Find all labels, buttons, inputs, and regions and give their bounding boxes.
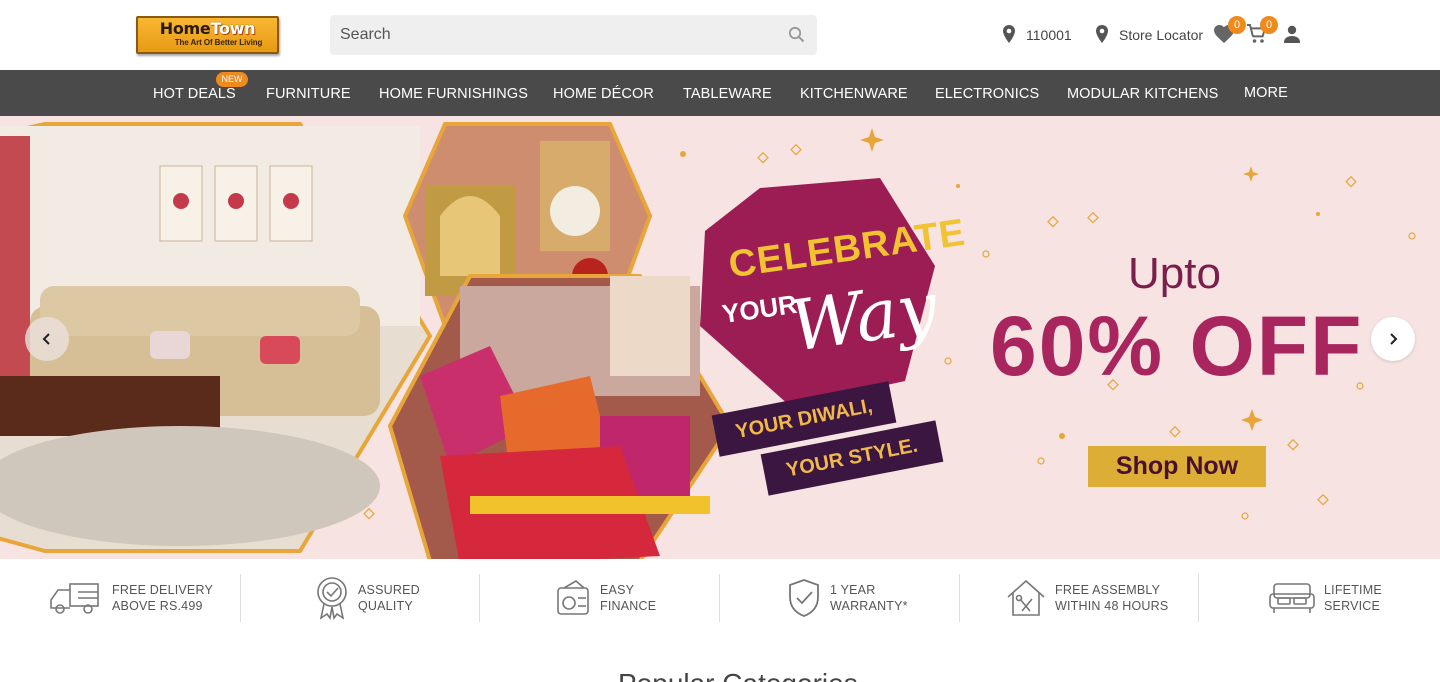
feature-free-delivery: FREE DELIVERY ABOVE RS.499 [48, 573, 213, 623]
feature-text: ASSURED QUALITY [358, 582, 420, 614]
feature-line-1: EASY [600, 583, 635, 597]
features-strip: FREE DELIVERY ABOVE RS.499 ASSURED QUALI… [0, 559, 1440, 639]
nav-item-tableware[interactable]: TABLEWARE [683, 86, 772, 102]
chevron-left-icon [42, 333, 50, 345]
feature-text: LIFETIME SERVICE [1324, 582, 1382, 614]
logo-tagline: The Art Of Better Living [174, 38, 263, 47]
site-header: HomeTown The Art Of Better Living 110001… [0, 0, 1440, 70]
feature-assured-quality: ASSURED QUALITY [314, 573, 420, 623]
truck-icon [50, 583, 99, 614]
feature-line-2: WITHIN 48 HOURS [1055, 599, 1169, 613]
divider [1198, 574, 1199, 622]
feature-lifetime-service: LIFETIME SERVICE [1268, 573, 1382, 623]
nav-item-hot-deals[interactable]: HOT DEALS [153, 86, 236, 102]
store-locator-link[interactable]: Store Locator [1093, 24, 1203, 46]
main-nav: HOT DEALS NEW FURNITURE HOME FURNISHINGS… [0, 70, 1440, 116]
shop-now-button[interactable]: Shop Now [1088, 446, 1266, 487]
hometown-logo[interactable]: HomeTown The Art Of Better Living [136, 16, 279, 54]
location-pin-icon [1003, 25, 1015, 43]
wishlist-button[interactable]: 0 [1212, 16, 1246, 48]
logo-word-home: Home [159, 19, 211, 38]
nav-item-furniture[interactable]: FURNITURE [266, 86, 351, 102]
nav-item-home-furnishings[interactable]: HOME FURNISHINGS [379, 86, 528, 102]
feature-line-1: ASSURED [358, 583, 420, 597]
divider [959, 574, 960, 622]
feature-line-2: QUALITY [358, 599, 413, 613]
feature-easy-finance: EASY FINANCE [554, 573, 656, 623]
feature-free-assembly: FREE ASSEMBLY WITHIN 48 HOURS [1005, 573, 1168, 623]
quality-badge-icon [317, 577, 347, 620]
sofa-icon [1269, 583, 1315, 613]
carousel-next-button[interactable] [1371, 317, 1415, 361]
divider [240, 574, 241, 622]
cart-count-badge: 0 [1260, 16, 1278, 34]
feature-line-2: WARRANTY* [830, 599, 908, 613]
wishlist-count-badge: 0 [1228, 16, 1246, 34]
finance-icon [557, 580, 589, 615]
chevron-right-icon [1390, 333, 1398, 345]
carousel-prev-button[interactable] [25, 317, 69, 361]
feature-text: EASY FINANCE [600, 582, 656, 614]
house-tools-icon [1007, 579, 1045, 616]
feature-line-1: FREE ASSEMBLY [1055, 583, 1161, 597]
feature-text: FREE ASSEMBLY WITHIN 48 HOURS [1055, 582, 1168, 614]
pincode-text: 110001 [1026, 27, 1072, 43]
nav-item-electronics[interactable]: ELECTRONICS [935, 86, 1039, 102]
search-bar [330, 15, 817, 55]
location-pin-icon [1096, 25, 1108, 43]
pincode-selector[interactable]: 110001 [1000, 24, 1072, 46]
logo-wordmark: HomeTown [138, 19, 277, 38]
feature-text: 1 YEAR WARRANTY* [830, 582, 908, 614]
nav-item-modular-kitchens[interactable]: MODULAR KITCHENS [1067, 86, 1218, 102]
new-badge: NEW [216, 72, 248, 87]
feature-line-2: FINANCE [600, 599, 657, 613]
divider [479, 574, 480, 622]
feature-line-1: LIFETIME [1324, 583, 1382, 597]
feature-line-2: SERVICE [1324, 599, 1381, 613]
store-locator-label: Store Locator [1119, 27, 1204, 43]
nav-item-kitchenware[interactable]: KITCHENWARE [800, 86, 908, 102]
feature-line-1: FREE DELIVERY [112, 583, 214, 597]
feature-line-1: 1 YEAR [830, 583, 876, 597]
section-heading: Popular Categories [618, 668, 858, 682]
shield-check-icon [789, 579, 819, 617]
account-button[interactable] [1281, 22, 1307, 48]
divider [719, 574, 720, 622]
nav-item-more[interactable]: MORE [1244, 85, 1288, 101]
discount-text: 60% OFF [990, 299, 1364, 393]
upto-text: Upto [1128, 249, 1221, 298]
feature-line-2: ABOVE RS.499 [112, 599, 203, 613]
feature-warranty: 1 YEAR WARRANTY* [786, 573, 908, 623]
cart-button[interactable]: 0 [1245, 16, 1278, 48]
hero-banner[interactable]: CELEBRATE YOUR Way YOUR DIWALI, YOUR STY… [0, 116, 1440, 559]
search-input[interactable] [340, 24, 760, 46]
nav-item-home-decor[interactable]: HOME DÉCOR [553, 86, 654, 102]
user-icon [1284, 25, 1300, 43]
logo-word-town: Town [210, 19, 256, 38]
feature-text: FREE DELIVERY ABOVE RS.499 [112, 582, 213, 614]
search-icon[interactable] [787, 25, 807, 45]
